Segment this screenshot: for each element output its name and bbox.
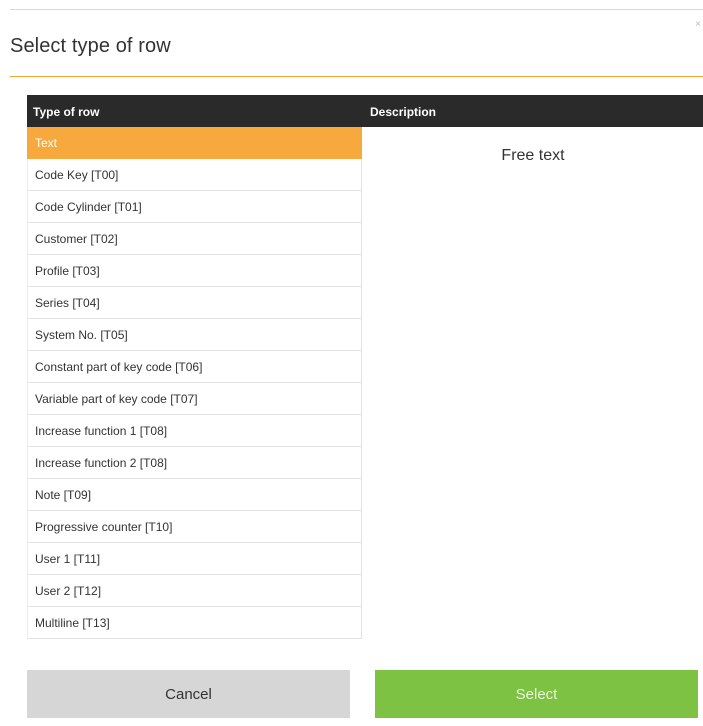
title-divider [10,76,703,77]
list-item[interactable]: Note [T09] [27,479,362,511]
cancel-button[interactable]: Cancel [27,670,350,718]
list-item[interactable]: Constant part of key code [T06] [27,351,362,383]
column-header-type: Type of row [33,105,100,119]
description-panel: Free text [363,127,703,652]
list-item[interactable]: Customer [T02] [27,223,362,255]
list-item[interactable]: Multiline [T13] [27,607,362,639]
list-item[interactable]: Increase function 2 [T08] [27,447,362,479]
description-text: Free text [501,147,565,164]
table-header: Type of row Description [27,95,703,127]
close-icon[interactable]: × [695,20,701,30]
column-header-description: Description [370,105,437,119]
select-button[interactable]: Select [375,670,698,718]
list-item[interactable]: Progressive counter [T10] [27,511,362,543]
list-item[interactable]: Code Cylinder [T01] [27,191,362,223]
list-item[interactable]: System No. [T05] [27,319,362,351]
dialog-title: Select type of row [10,35,171,57]
row-type-list: Text Code Key [T00] Code Cylinder [T01] Cus… [27,127,362,639]
list-item[interactable]: Series [T04] [27,287,362,319]
list-item[interactable]: Text [27,127,362,159]
dialog-top-border [10,9,703,10]
list-item[interactable]: User 2 [T12] [27,575,362,607]
list-item[interactable]: User 1 [T11] [27,543,362,575]
list-item[interactable]: Variable part of key code [T07] [27,383,362,415]
select-row-type-dialog: × Select type of row Type of row Descrip… [0,0,703,726]
list-item[interactable]: Increase function 1 [T08] [27,415,362,447]
list-item[interactable]: Code Key [T00] [27,159,362,191]
list-item[interactable]: Profile [T03] [27,255,362,287]
